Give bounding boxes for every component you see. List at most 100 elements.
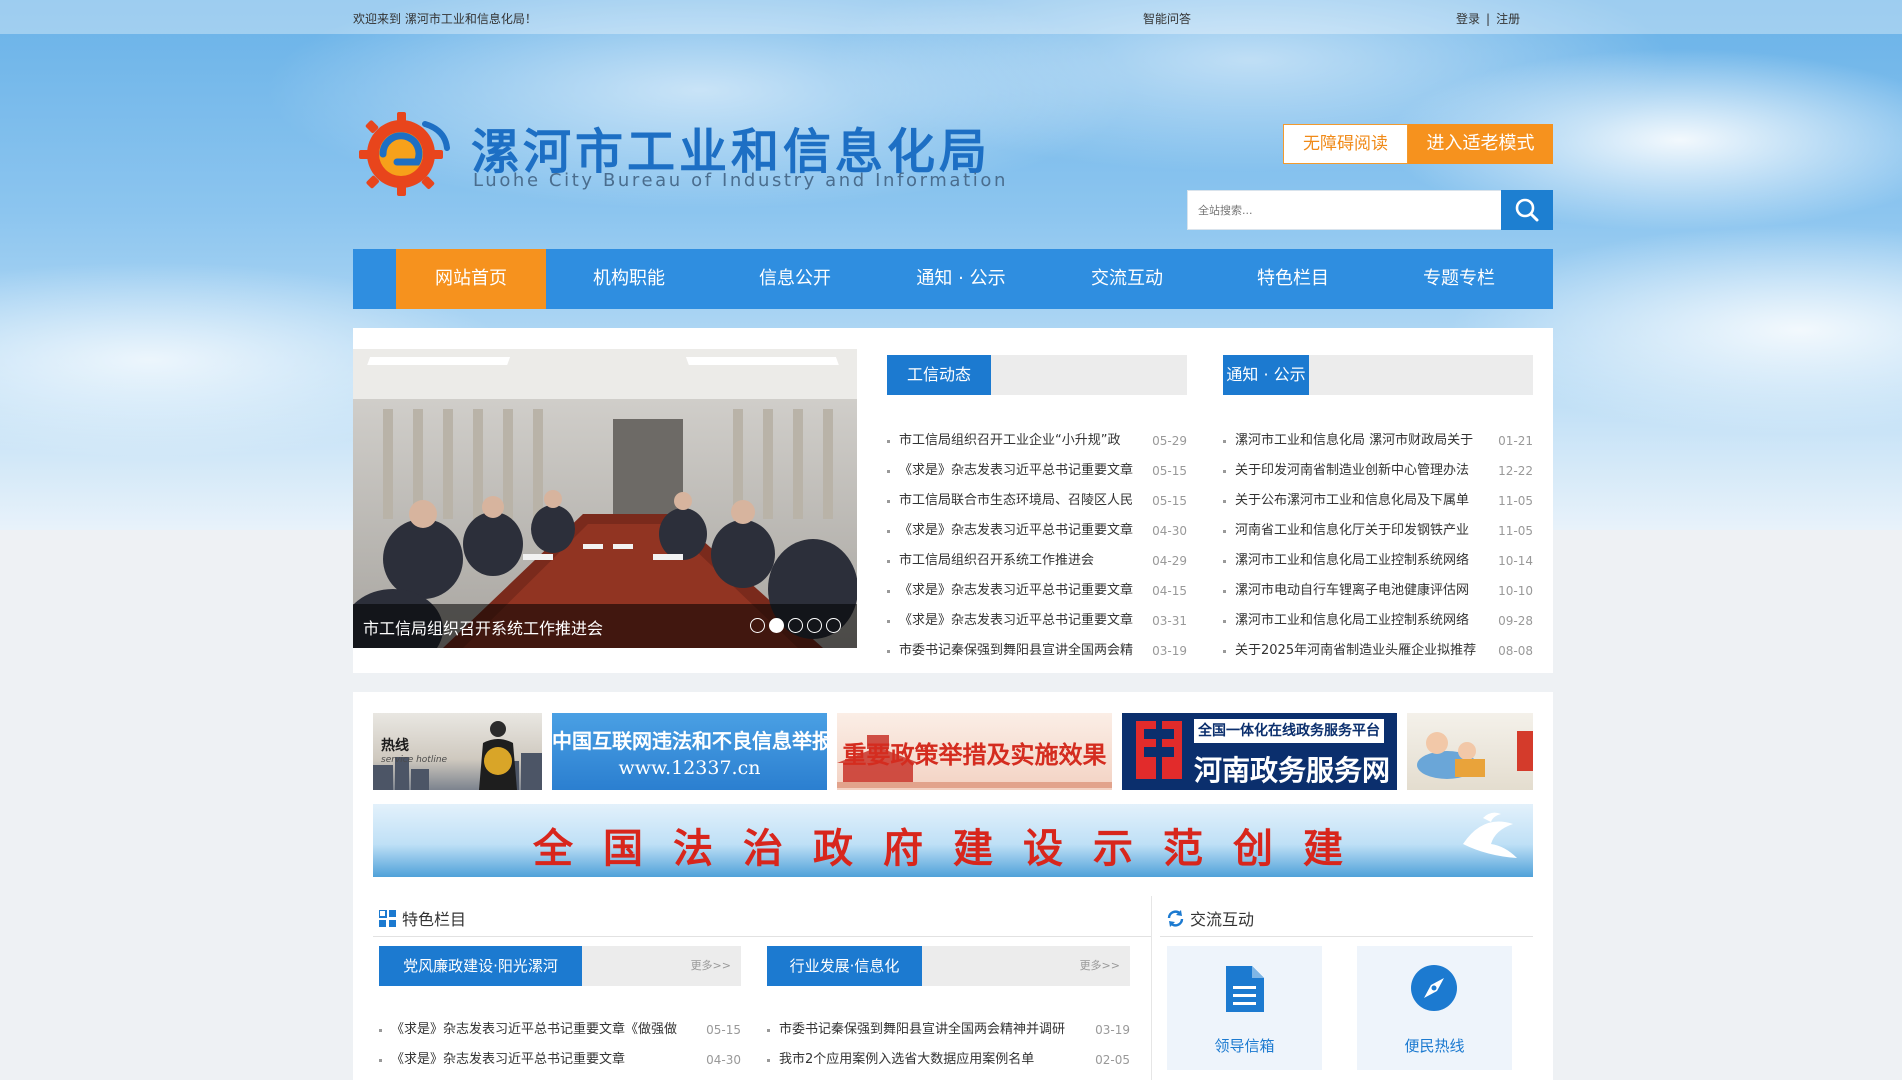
- slider-dot-5[interactable]: [826, 618, 841, 633]
- list-item-title: 市委书记秦保强到舞阳县宣讲全国两会精神并调研: [779, 1022, 1066, 1037]
- list-item[interactable]: 漯河市工业和信息化局 漯河市财政局关于 01-21: [1223, 426, 1533, 456]
- slider-dot-1[interactable]: [750, 618, 765, 633]
- slider-caption[interactable]: 市工信局组织召开系统工作推进会: [363, 615, 603, 639]
- bullet: [887, 530, 890, 533]
- bullet: [1223, 470, 1226, 473]
- site-search: [1187, 190, 1553, 230]
- list-item[interactable]: 关于印发河南省制造业创新中心管理办法 12-22: [1223, 456, 1533, 486]
- list-item[interactable]: 《求是》杂志发表习近平总书记重要文章 04-30: [887, 516, 1187, 546]
- list-item[interactable]: 漯河市工业和信息化局工业控制系统网络 10-14: [1223, 546, 1533, 576]
- list-item[interactable]: 市工信局组织召开系统工作推进会 04-29: [887, 546, 1187, 576]
- nav-item-disclosure[interactable]: 信息公开: [712, 249, 878, 309]
- list-item-date: 09-28: [1498, 614, 1533, 628]
- henan-service-banner[interactable]: 全国一体化在线政务服务平台 河南政务服务网: [1122, 713, 1397, 790]
- list-item[interactable]: 市委书记秦保强到舞阳县宣讲全国两会精 03-19: [887, 636, 1187, 666]
- list-item-date: 03-31: [1152, 614, 1187, 628]
- login-link[interactable]: 登录: [1456, 12, 1480, 26]
- list-item[interactable]: 市工信局联合市生态环境局、召陵区人民 05-15: [887, 486, 1187, 516]
- elder-mode-button[interactable]: 进入适老模式: [1408, 124, 1553, 164]
- list-item[interactable]: 《求是》杂志发表习近平总书记重要文章 03-31: [887, 606, 1187, 636]
- leader-mailbox-label: 领导信箱: [1214, 1037, 1275, 1055]
- list-item[interactable]: 《求是》杂志发表习近平总书记重要文章 04-30: [379, 1045, 741, 1075]
- bullet: [887, 470, 890, 473]
- featured-divider: [373, 936, 1151, 937]
- slider-caption-bar: 市工信局组织召开系统工作推进会: [353, 604, 857, 648]
- list-item-title: 《求是》杂志发表习近平总书记重要文章: [391, 1052, 626, 1067]
- tab-industry-info[interactable]: 行业发展·信息化: [767, 946, 922, 986]
- nav-item-notices[interactable]: 通知 · 公示: [878, 249, 1044, 309]
- list-item-title: 我市2个应用案例入选省大数据应用案例名单: [779, 1052, 1035, 1067]
- bullet: [767, 1059, 770, 1062]
- policy-banner[interactable]: 重要政策举措及实施效果: [837, 713, 1112, 790]
- list-item-date: 08-08: [1498, 644, 1533, 658]
- featured-list-2: 市委书记秦保强到舞阳县宣讲全国两会精神并调研 03-19 我市2个应用案例入选省大…: [767, 1015, 1130, 1075]
- nav-item-topics[interactable]: 专题专栏: [1376, 249, 1542, 309]
- list-item-title: 漯河市工业和信息化局工业控制系统网络: [1235, 553, 1470, 568]
- list-item[interactable]: 市工信局组织召开工业企业“小升规”政 05-29: [887, 426, 1187, 456]
- tab-news[interactable]: 工信动态: [887, 355, 991, 395]
- report-center-banner[interactable]: 中国互联网违法和不良信息举报中心 www.12337.cn: [552, 713, 827, 790]
- top-bar: 欢迎来到 漯河市工业和信息化局！ 智能问答 登录 | 注册: [0, 0, 1902, 34]
- more-link[interactable]: 更多>>: [1080, 946, 1120, 986]
- featured-title: 特色栏目: [402, 910, 467, 929]
- nav-item-interaction[interactable]: 交流互动: [1044, 249, 1210, 309]
- more-link[interactable]: 更多>>: [691, 946, 731, 986]
- hotline-sublabel: service hotline: [381, 755, 448, 765]
- slider-dot-2[interactable]: [769, 618, 784, 633]
- list-item[interactable]: 《求是》杂志发表习近平总书记重要文章《做强做 05-15: [379, 1015, 741, 1045]
- bullet: [1223, 650, 1226, 653]
- bullet: [1223, 620, 1226, 623]
- bullet: [1223, 500, 1226, 503]
- leader-mailbox-button[interactable]: 领导信箱: [1167, 946, 1322, 1070]
- accessible-reading-button[interactable]: 无障碍阅读: [1283, 124, 1408, 164]
- tab-notices[interactable]: 通知 · 公示: [1223, 355, 1309, 395]
- list-item[interactable]: 《求是》杂志发表习近平总书记重要文章 04-15: [887, 576, 1187, 606]
- list-item-date: 10-14: [1498, 554, 1533, 568]
- slider-dot-3[interactable]: [788, 618, 803, 633]
- main-nav: 网站首页 机构职能 信息公开 通知 · 公示 交流互动 特色栏目 专题专栏: [353, 249, 1553, 309]
- list-item[interactable]: 《求是》杂志发表习近平总书记重要文章 05-15: [887, 456, 1187, 486]
- bullet: [379, 1029, 382, 1032]
- list-item[interactable]: 我市2个应用案例入选省大数据应用案例名单 02-05: [767, 1045, 1130, 1075]
- gear-e-logo-icon: [359, 112, 450, 196]
- bullet: [1223, 440, 1226, 443]
- slider-dot-4[interactable]: [807, 618, 822, 633]
- list-item-date: 12-22: [1498, 464, 1533, 478]
- list-item[interactable]: 漯河市工业和信息化局工业控制系统网络 09-28: [1223, 606, 1533, 636]
- bullet: [379, 1059, 382, 1062]
- list-item[interactable]: 漯河市电动自行车锂离子电池健康评估网 10-10: [1223, 576, 1533, 606]
- nav-item-functions[interactable]: 机构职能: [546, 249, 712, 309]
- list-item-date: 05-15: [1152, 494, 1187, 508]
- list-item-date: 03-19: [1152, 644, 1187, 658]
- site-logo[interactable]: 漯河市工业和信息化局 Luohe City Bureau of Industry…: [353, 100, 1005, 200]
- bullet: [887, 440, 890, 443]
- list-item[interactable]: 关于公布漯河市工业和信息化局及下属单 11-05: [1223, 486, 1533, 516]
- list-item-date: 11-05: [1498, 524, 1533, 538]
- ai-assistant-link[interactable]: 智能问答: [1143, 10, 1191, 27]
- list-item-date: 02-05: [1095, 1053, 1130, 1067]
- nav-item-featured[interactable]: 特色栏目: [1210, 249, 1376, 309]
- search-button[interactable]: [1501, 190, 1553, 230]
- auth-links: 登录 | 注册: [1456, 10, 1520, 27]
- interaction-divider: [1160, 936, 1533, 937]
- register-link[interactable]: 注册: [1496, 12, 1520, 26]
- nav-item-home[interactable]: 网站首页: [396, 249, 546, 309]
- list-item-title: 市工信局组织召开系统工作推进会: [899, 553, 1095, 568]
- list-item-date: 03-19: [1095, 1023, 1130, 1037]
- partial-banner[interactable]: [1407, 713, 1533, 790]
- bullet: [887, 590, 890, 593]
- citizen-hotline-label: 便民热线: [1404, 1037, 1465, 1055]
- notices-list: 漯河市工业和信息化局 漯河市财政局关于 01-21 关于印发河南省制造业创新中心管…: [1223, 426, 1533, 666]
- hotline-banner[interactable]: 热线 service hotline: [373, 713, 542, 790]
- search-icon: [1515, 198, 1539, 222]
- list-item[interactable]: 河南省工业和信息化厅关于印发钢铁产业 11-05: [1223, 516, 1533, 546]
- search-input[interactable]: [1188, 191, 1498, 229]
- law-government-banner[interactable]: 全国法治政府建设示范创建: [373, 804, 1533, 877]
- citizen-hotline-button[interactable]: 便民热线: [1357, 946, 1512, 1070]
- list-item[interactable]: 市委书记秦保强到舞阳县宣讲全国两会精神并调研 03-19: [767, 1015, 1130, 1045]
- hotline-label: 热线: [381, 738, 409, 754]
- list-item[interactable]: 关于2025年河南省制造业头雁企业拟推荐 08-08: [1223, 636, 1533, 666]
- grid-icon: [379, 910, 396, 927]
- news-slider[interactable]: 市工信局组织召开系统工作推进会: [353, 349, 857, 648]
- tab-party-integrity[interactable]: 党风廉政建设·阳光漯河: [379, 946, 582, 986]
